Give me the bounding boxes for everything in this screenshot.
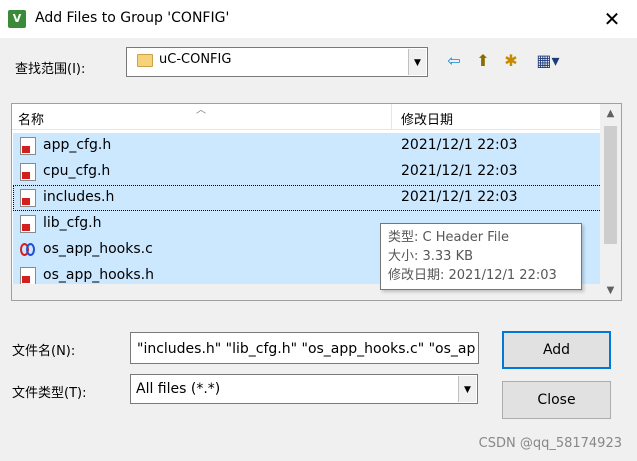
new-folder-icon[interactable]: ✱ [500,50,522,72]
column-header-date[interactable]: 修改日期 [401,109,453,128]
list-header: ︿ 名称 修改日期 [12,104,604,130]
file-row-app-cfg-h[interactable]: app_cfg.h 2021/12/1 22:03 [13,133,604,159]
column-divider[interactable] [391,104,392,130]
folder-icon [137,54,153,67]
header-file-icon [20,137,36,155]
file-name-label: 文件名(N): [12,344,76,359]
look-in-combo[interactable]: uC-CONFIG ▼ [126,47,428,77]
scroll-down-icon[interactable]: ▼ [600,285,621,296]
sort-ascending-icon: ︿ [196,105,206,116]
column-header-name[interactable]: 名称 [18,109,44,128]
watermark: CSDN @qq_58174923 [478,436,622,451]
file-name: cpu_cfg.h [43,163,111,179]
file-date: 2021/12/1 22:03 [401,163,518,179]
file-info-tooltip: 类型: C Header File 大小: 3.33 KB 修改日期: 2021… [380,223,582,290]
header-file-icon [20,163,36,181]
tooltip-size: 大小: 3.33 KB [388,249,474,264]
header-file-icon [20,215,36,233]
vertical-scrollbar[interactable]: ▲ ▼ [600,104,621,300]
file-row-includes-h[interactable]: includes.h 2021/12/1 22:03 [13,185,604,211]
file-type-value: All files (*.*) [136,381,221,397]
close-icon[interactable]: ✕ [597,4,627,34]
file-name: app_cfg.h [43,137,112,153]
file-type-label: 文件类型(T): [12,386,87,401]
chevron-down-icon[interactable]: ▼ [408,49,426,75]
up-folder-icon[interactable]: ⬆ [472,50,494,72]
close-button[interactable]: Close [502,381,611,419]
tooltip-type: 类型: C Header File [388,230,509,245]
file-name: lib_cfg.h [43,215,102,231]
file-date: 2021/12/1 22:03 [401,189,518,205]
title-bar: V Add Files to Group 'CONFIG' ✕ [0,0,637,38]
file-name: os_app_hooks.c [43,241,153,257]
keil-app-icon: V [8,10,26,28]
file-name: os_app_hooks.h [43,267,154,283]
file-name-input[interactable]: "includes.h" "lib_cfg.h" "os_app_hooks.c… [130,332,479,364]
view-menu-icon[interactable]: ▦▾ [530,50,566,72]
file-name: includes.h [43,189,115,205]
c-source-file-icon [20,243,38,257]
scrollbar-thumb[interactable] [604,126,617,244]
header-file-icon [20,267,36,285]
window-title: Add Files to Group 'CONFIG' [35,10,230,26]
file-row-cpu-cfg-h[interactable]: cpu_cfg.h 2021/12/1 22:03 [13,159,604,185]
header-file-icon [20,189,36,207]
scroll-up-icon[interactable]: ▲ [600,108,621,119]
look-in-value: uC-CONFIG [159,52,232,67]
file-type-select[interactable]: All files (*.*) ▼ [130,374,478,404]
add-button[interactable]: Add [502,331,611,369]
back-icon[interactable]: ⇦ [443,50,465,72]
tooltip-date: 修改日期: 2021/12/1 22:03 [388,268,557,283]
chevron-down-icon[interactable]: ▼ [458,376,476,402]
file-date: 2021/12/1 22:03 [401,137,518,153]
look-in-label: 查找范围(I): [15,62,86,77]
